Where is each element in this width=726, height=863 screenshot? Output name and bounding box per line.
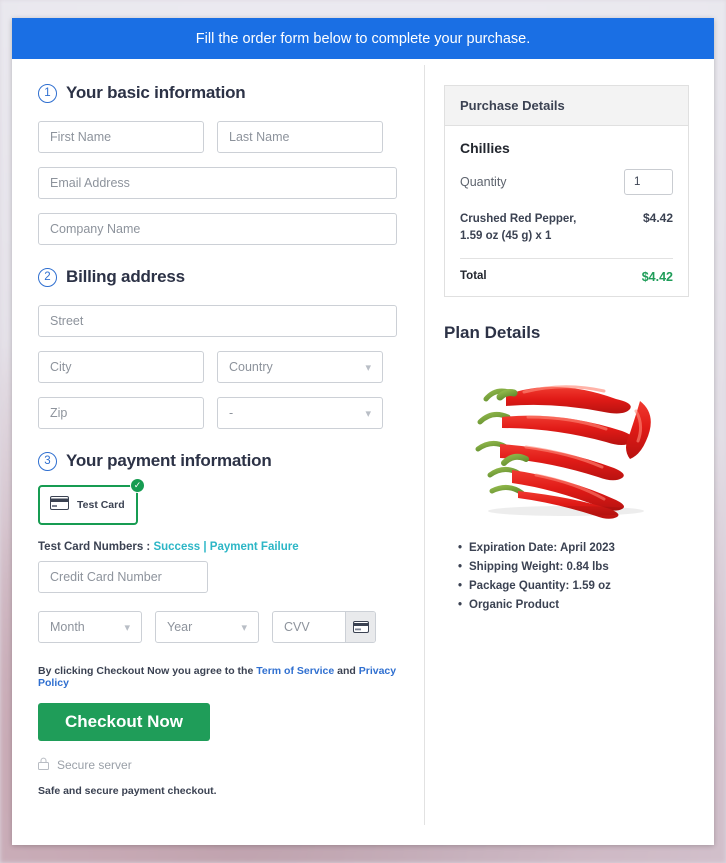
line-item-description: Crushed Red Pepper, 1.59 oz (45 g) x 1 xyxy=(460,211,576,244)
city-input[interactable]: City xyxy=(38,351,204,383)
last-name-input[interactable]: Last Name xyxy=(217,121,383,153)
checkout-body: 1 Your basic information First Name Last… xyxy=(12,59,714,845)
purchase-details-header: Purchase Details xyxy=(445,86,688,126)
section-billing-address-title: Billing address xyxy=(66,267,185,286)
cvv-input[interactable]: CVV xyxy=(273,620,345,634)
plan-features-list: Expiration Date: April 2023 Shipping Wei… xyxy=(458,542,692,611)
state-select[interactable]: - ▾ xyxy=(217,397,383,429)
chevron-down-icon: ▾ xyxy=(124,621,130,634)
section-payment-information-header: 3 Your payment information xyxy=(38,451,402,471)
section-billing-address-header: 2 Billing address xyxy=(38,267,402,287)
quantity-label: Quantity xyxy=(460,175,507,189)
city-country-row: City Country ▾ xyxy=(38,351,402,383)
chevron-down-icon: ▾ xyxy=(365,361,371,374)
email-input[interactable]: Email Address xyxy=(38,167,397,199)
secure-server-note: Secure server xyxy=(38,757,402,773)
term-of-service-link[interactable]: Term of Service xyxy=(256,665,334,677)
purchase-details-panel: Purchase Details Chillies Quantity 1 Cru… xyxy=(444,85,689,298)
summary-divider xyxy=(460,258,673,260)
expiry-month-value: Month xyxy=(50,620,85,634)
summary-column: Purchase Details Chillies Quantity 1 Cru… xyxy=(425,59,714,845)
expiry-year-select[interactable]: Year ▾ xyxy=(155,611,259,643)
expiry-cvv-row: Month ▾ Year ▾ CVV xyxy=(38,611,402,643)
test-card-option-wrapper: Test Card ✓ xyxy=(38,478,145,525)
line-item-description-line2: 1.59 oz (45 g) x 1 xyxy=(460,229,552,242)
step-number-3: 3 xyxy=(38,451,57,471)
expiry-month-select[interactable]: Month ▾ xyxy=(38,611,142,643)
terms-agreement: By clicking Checkout Now you agree to th… xyxy=(38,665,402,689)
form-column: 1 Your basic information First Name Last… xyxy=(12,59,424,845)
line-item-amount: $4.42 xyxy=(642,211,673,225)
safe-checkout-note: Safe and secure payment checkout. xyxy=(38,785,217,797)
zip-state-row: Zip - ▾ xyxy=(38,397,402,429)
test-card-numbers-label: Test Card Numbers : xyxy=(38,541,151,553)
street-input[interactable]: Street xyxy=(38,305,397,337)
quantity-row: Quantity 1 xyxy=(460,169,673,195)
list-item: Package Quantity: 1.59 oz xyxy=(458,580,692,592)
list-item: Organic Product xyxy=(458,599,692,611)
chevron-down-icon: ▾ xyxy=(241,621,247,634)
test-card-numbers-row: Test Card Numbers : Success | Payment Fa… xyxy=(38,541,402,553)
total-row: Total $4.42 xyxy=(460,270,673,284)
product-name: Chillies xyxy=(460,140,510,156)
secure-server-label: Secure server xyxy=(57,758,132,772)
company-name-input[interactable]: Company Name xyxy=(38,213,397,245)
step-number-1: 1 xyxy=(38,83,57,103)
credit-card-number-input[interactable]: Credit Card Number xyxy=(38,561,208,593)
chevron-down-icon: ▾ xyxy=(365,407,371,420)
test-card-label: Test Card xyxy=(77,499,125,511)
line-item-description-line1: Crushed Red Pepper, xyxy=(460,213,577,225)
quantity-input[interactable]: 1 xyxy=(624,169,673,195)
cvv-field[interactable]: CVV xyxy=(272,611,376,643)
total-label: Total xyxy=(460,270,487,283)
banner: Fill the order form below to complete yo… xyxy=(12,18,714,59)
chillies-product-image xyxy=(475,385,651,520)
test-card-option[interactable]: Test Card xyxy=(38,485,138,525)
banner-text: Fill the order form below to complete yo… xyxy=(195,30,531,47)
checkout-card: Fill the order form below to complete yo… xyxy=(12,18,714,845)
country-select[interactable]: Country ▾ xyxy=(217,351,383,383)
country-select-value: Country xyxy=(229,360,273,374)
lock-icon xyxy=(38,757,49,773)
plan-details-title: Plan Details xyxy=(444,323,541,343)
credit-card-icon xyxy=(50,495,69,515)
terms-prefix: By clicking Checkout Now you agree to th… xyxy=(38,665,254,677)
purchase-details-body: Chillies Quantity 1 Crushed Red Pepper, … xyxy=(445,126,688,296)
section-basic-information-title: Your basic information xyxy=(66,83,246,102)
terms-and: and xyxy=(337,665,356,677)
check-circle-icon: ✓ xyxy=(130,478,145,493)
list-item: Expiration Date: April 2023 xyxy=(458,542,692,554)
section-basic-information-header: 1 Your basic information xyxy=(38,83,402,103)
checkout-now-button[interactable]: Checkout Now xyxy=(38,703,210,741)
expiry-year-value: Year xyxy=(167,620,193,634)
payment-failure-link[interactable]: Payment Failure xyxy=(210,541,299,553)
zip-input[interactable]: Zip xyxy=(38,397,204,429)
first-name-input[interactable]: First Name xyxy=(38,121,204,153)
total-amount: $4.42 xyxy=(641,270,673,285)
cvv-card-icon xyxy=(345,612,375,642)
success-link[interactable]: Success xyxy=(153,541,200,553)
state-select-value: - xyxy=(229,406,234,420)
step-number-2: 2 xyxy=(38,267,57,287)
list-item: Shipping Weight: 0.84 lbs xyxy=(458,561,692,573)
link-separator: | xyxy=(203,541,207,553)
name-row: First Name Last Name xyxy=(38,121,402,153)
section-payment-information-title: Your payment information xyxy=(66,451,272,470)
line-item-row: Crushed Red Pepper, 1.59 oz (45 g) x 1 $… xyxy=(460,211,673,244)
